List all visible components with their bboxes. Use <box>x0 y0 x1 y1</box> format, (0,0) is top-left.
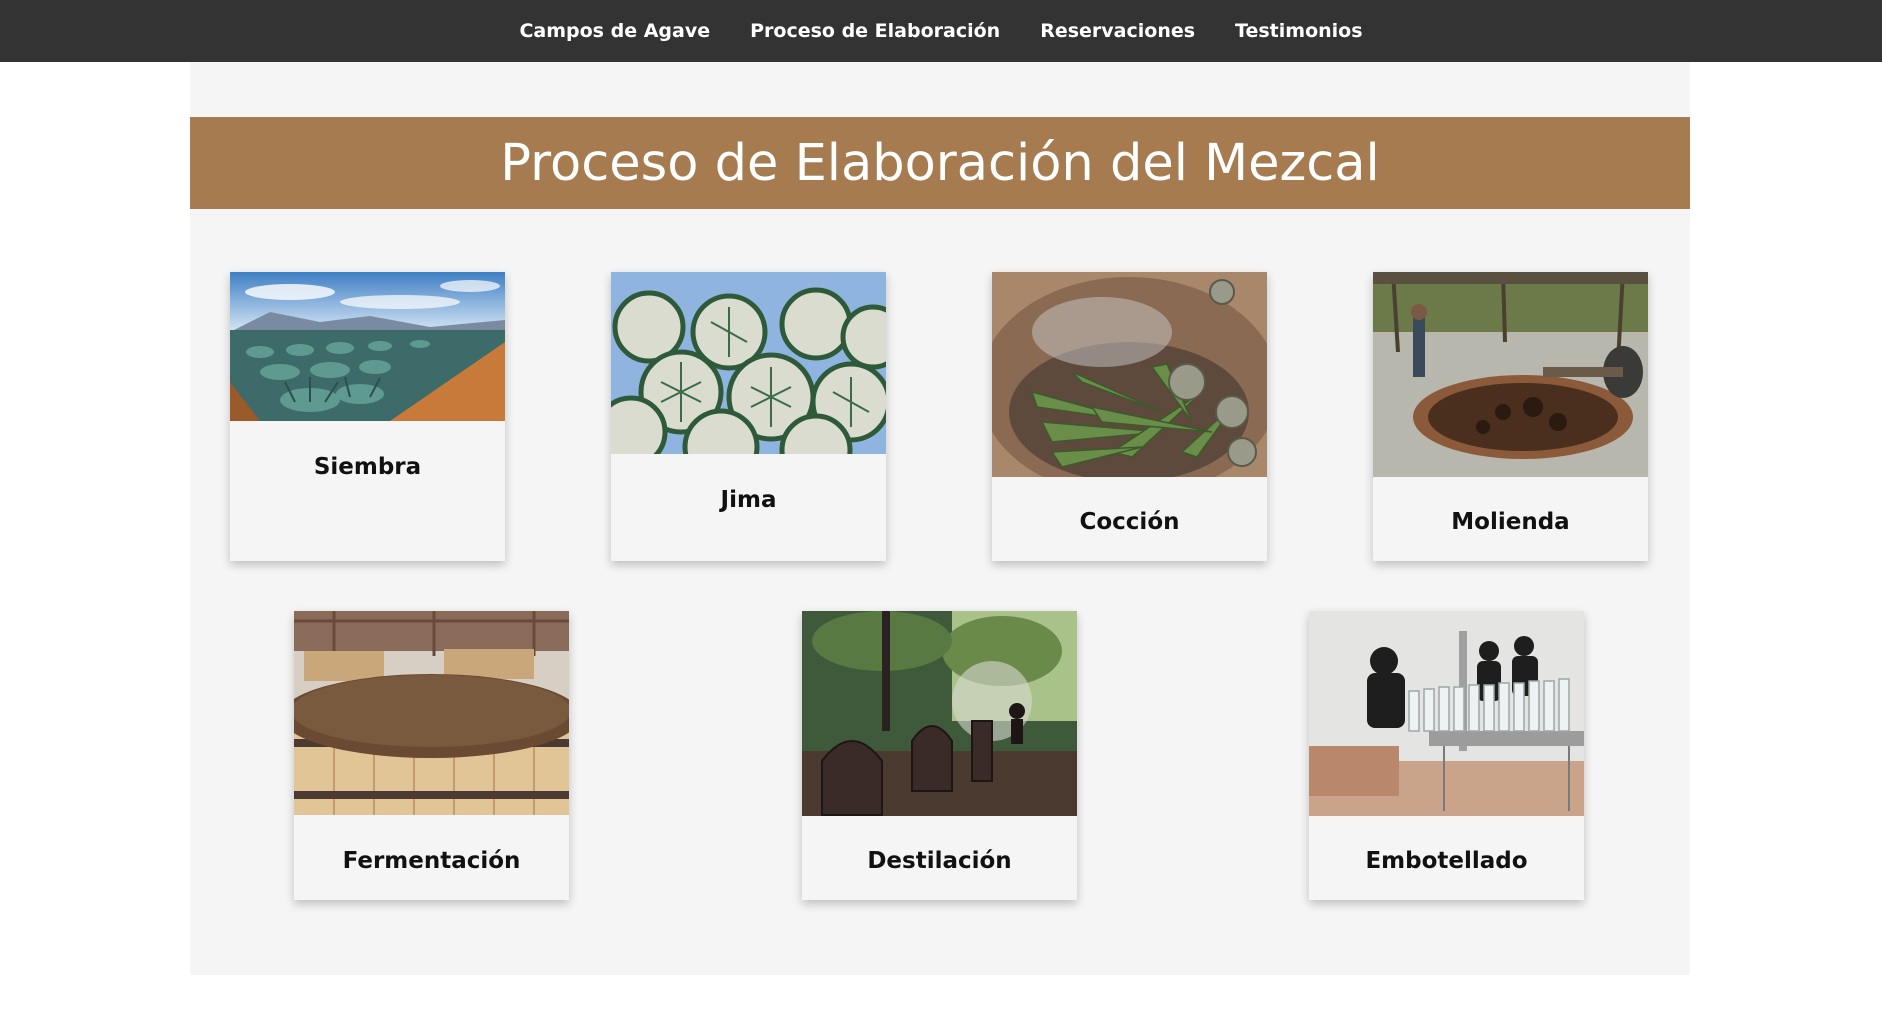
step-label-fermentacion: Fermentación <box>342 848 521 874</box>
step-card-jima[interactable]: Jima <box>611 272 886 561</box>
nav-link-reservaciones[interactable]: Reservaciones <box>1040 20 1195 42</box>
section-banner: Proceso de Elaboración del Mezcal <box>190 117 1690 209</box>
step-label-jima: Jima <box>720 487 777 513</box>
nav-link-testimonios[interactable]: Testimonios <box>1235 20 1362 42</box>
coccion-photo <box>992 272 1267 477</box>
section-title: Proceso de Elaboración del Mezcal <box>500 133 1380 193</box>
top-navbar: Campos de Agave Proceso de Elaboración R… <box>0 0 1882 62</box>
step-card-coccion[interactable]: Cocción <box>992 272 1267 561</box>
step-card-siembra[interactable]: Siembra <box>230 272 505 561</box>
step-label-embotellado: Embotellado <box>1365 848 1528 874</box>
process-section: Proceso de Elaboración del Mezcal Siembr… <box>190 62 1690 975</box>
step-label-molienda: Molienda <box>1451 509 1570 535</box>
jima-photo <box>611 272 886 454</box>
molienda-photo <box>1373 272 1648 477</box>
step-card-fermentacion[interactable]: Fermentación <box>294 611 569 900</box>
destilacion-photo <box>802 611 1077 816</box>
step-label-siembra: Siembra <box>313 454 422 480</box>
fermentacion-photo <box>294 611 569 815</box>
nav-link-proceso-de-elaboracion[interactable]: Proceso de Elaboración <box>750 20 1000 42</box>
nav-link-campos-de-agave[interactable]: Campos de Agave <box>519 20 710 42</box>
step-label-coccion: Cocción <box>1079 509 1180 535</box>
step-card-destilacion[interactable]: Destilación <box>802 611 1077 900</box>
step-card-embotellado[interactable]: Embotellado <box>1309 611 1584 900</box>
step-card-molienda[interactable]: Molienda <box>1373 272 1648 561</box>
siembra-photo <box>230 272 505 421</box>
embotellado-photo <box>1309 611 1584 816</box>
step-label-destilacion: Destilación <box>867 848 1012 874</box>
